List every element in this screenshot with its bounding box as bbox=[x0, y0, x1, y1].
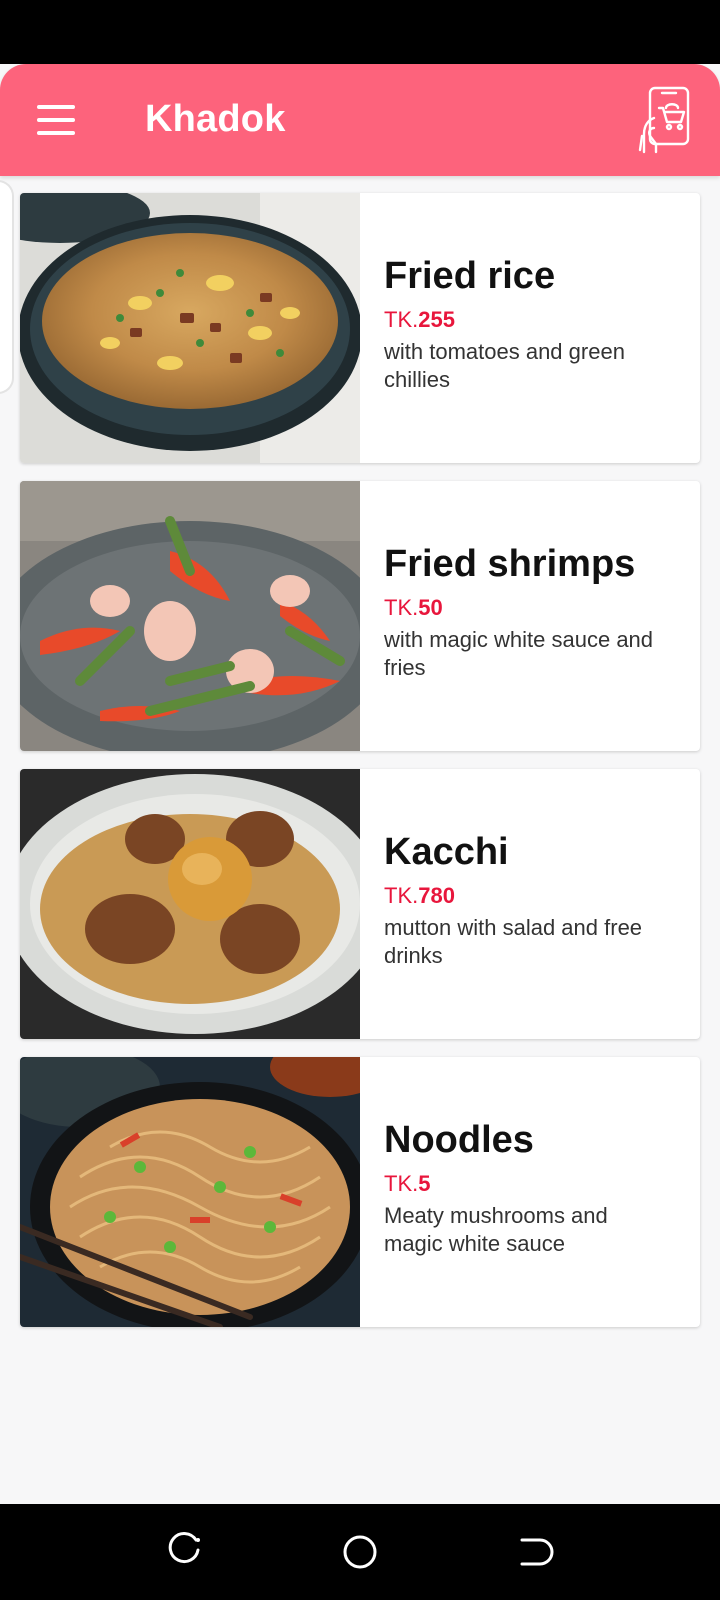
drawer-edge[interactable] bbox=[0, 180, 14, 394]
food-card[interactable]: Fried shrimps TK.50 with magic white sau… bbox=[20, 481, 700, 751]
food-card[interactable]: Noodles TK.5 Meaty mushrooms and magic w… bbox=[20, 1057, 700, 1327]
food-card[interactable]: Fried rice TK.255 with tomatoes and gree… bbox=[20, 193, 700, 463]
menu-icon-bar bbox=[37, 131, 75, 135]
recent-apps-button[interactable] bbox=[166, 1532, 206, 1572]
food-image-fried-shrimps bbox=[20, 481, 360, 751]
food-card[interactable]: Kacchi TK.780 mutton with salad and free… bbox=[20, 769, 700, 1039]
cart-button[interactable] bbox=[632, 84, 698, 156]
app-bar: Khadok bbox=[0, 64, 720, 176]
food-name: Fried shrimps bbox=[384, 543, 636, 585]
app-title: Khadok bbox=[145, 98, 286, 140]
price-amount: 255 bbox=[418, 307, 455, 332]
price-amount: 50 bbox=[418, 595, 443, 620]
food-price: TK.780 bbox=[384, 882, 662, 910]
home-icon bbox=[343, 1535, 377, 1569]
menu-icon-bar bbox=[37, 118, 75, 122]
food-name: Noodles bbox=[384, 1119, 534, 1161]
food-info: Fried shrimps TK.50 with magic white sau… bbox=[360, 481, 676, 751]
menu-button[interactable] bbox=[30, 94, 82, 146]
price-prefix: TK. bbox=[384, 883, 419, 908]
food-name: Fried rice bbox=[384, 255, 556, 297]
back-button[interactable] bbox=[514, 1532, 554, 1572]
food-info: Noodles TK.5 Meaty mushrooms and magic w… bbox=[360, 1057, 676, 1327]
price-amount: 780 bbox=[418, 883, 455, 908]
recent-apps-icon bbox=[168, 1532, 200, 1564]
food-price: TK.5 bbox=[384, 1170, 662, 1198]
price-prefix: TK. bbox=[384, 595, 419, 620]
food-description: Meaty mushrooms and magic white sauce bbox=[384, 1203, 608, 1256]
price-amount: 5 bbox=[418, 1171, 431, 1196]
price-prefix: TK. bbox=[384, 1171, 419, 1196]
food-description: mutton with salad and free drinks bbox=[384, 915, 643, 968]
price-prefix: TK. bbox=[384, 307, 419, 332]
food-image-noodles bbox=[20, 1057, 360, 1327]
food-list: Fried rice TK.255 with tomatoes and gree… bbox=[20, 193, 700, 1345]
food-image-kacchi bbox=[20, 769, 360, 1039]
menu-icon bbox=[37, 105, 75, 109]
back-icon bbox=[520, 1538, 554, 1566]
food-image-fried-rice bbox=[20, 193, 360, 463]
status-bar bbox=[0, 0, 720, 64]
home-button[interactable] bbox=[340, 1532, 380, 1572]
food-name: Kacchi bbox=[384, 831, 509, 873]
food-price: TK.50 bbox=[384, 594, 662, 622]
food-price: TK.255 bbox=[384, 306, 662, 334]
food-info: Fried rice TK.255 with tomatoes and gree… bbox=[360, 193, 676, 463]
system-nav-bar bbox=[0, 1504, 720, 1600]
shopping-cart-phone-icon bbox=[638, 86, 690, 154]
food-info: Kacchi TK.780 mutton with salad and free… bbox=[360, 769, 676, 1039]
food-description: with magic white sauce and fries bbox=[384, 627, 654, 680]
food-description: with tomatoes and green chillies bbox=[384, 339, 625, 392]
